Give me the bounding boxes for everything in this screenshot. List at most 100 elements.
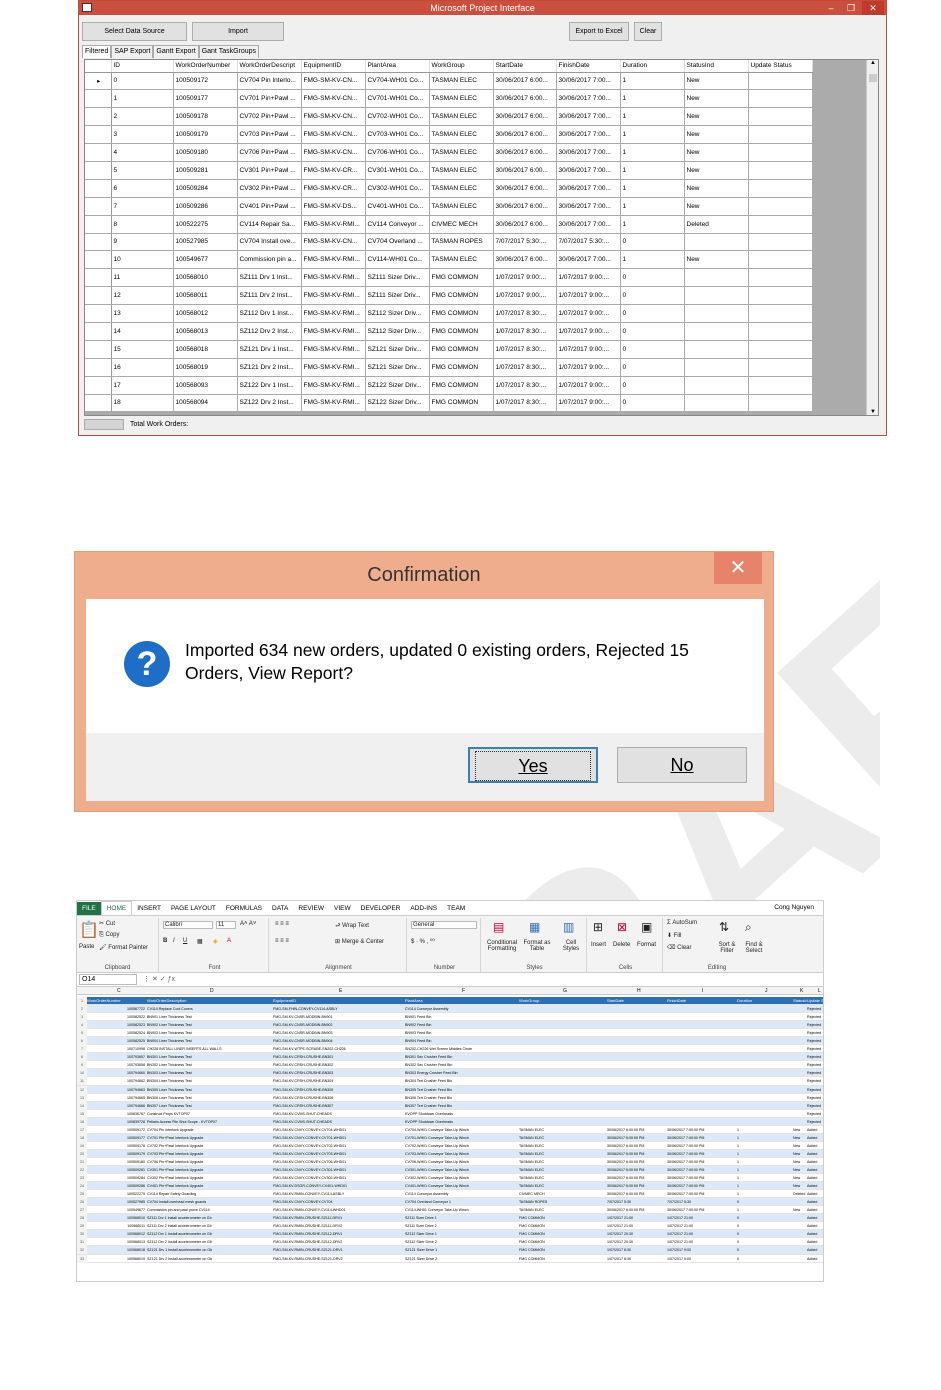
sheet-cell[interactable]: 100793657 [87,1053,147,1061]
sheet-cell[interactable]: TASMAN ELEC [519,1150,607,1158]
sheet-row[interactable]: 8 100793657 BN301 Liner Thickness Test FMG-… [77,1053,823,1062]
row-number[interactable]: 25 [77,1190,87,1199]
column-letter[interactable]: J [765,987,768,995]
grid-column-header[interactable]: EquipmentID [301,60,366,73]
sheet-cell[interactable]: 100549677 [87,1206,147,1214]
grid-cell[interactable]: 30/06/2017 6:00... [493,161,557,180]
font-size-select[interactable]: 11 [216,921,236,929]
grid-row[interactable]: 7 100509286 CV401 Pin+Pawl ... FMG-SM-KV-DS… [85,197,813,216]
grid-cell[interactable]: New [684,89,749,109]
clear-button-excel[interactable]: ⌫ Clear [667,944,692,951]
grid-cell[interactable]: 0 [620,304,685,323]
grid-cell[interactable]: 100522275 [173,215,238,234]
grid-cell[interactable]: 16 [111,358,174,377]
sheet-cell[interactable]: BN307 Liner Thickness Test [147,1102,273,1110]
grid-cell[interactable]: TASMAN ELEC [429,107,494,127]
grid-cell[interactable]: CV702-WH01 Co... [365,107,430,127]
column-letter[interactable]: G [563,987,567,995]
sheet-cell[interactable]: 100794666 [87,1102,147,1110]
row-selector[interactable] [85,107,112,127]
grid-cell[interactable]: 1 [620,72,685,91]
sheet-cell[interactable]: SZ111 Sizer Drive 1 [405,1214,519,1222]
grid-column-header[interactable]: Update Status [748,60,813,73]
row-selector[interactable] [85,250,112,270]
sheet-cell[interactable]: FMG-SM-KV-CNVY-CONVEY-CV706-WHD01 [273,1158,405,1166]
grid-cell[interactable] [684,268,749,288]
sheet-cell[interactable]: 1 [737,1126,793,1134]
grid-row[interactable]: 13 100568012 SZ112 Drv 1 Inst... FMG-SM-KV-… [85,304,813,323]
sheet-cell[interactable]: FMG-SM-KV-CVMS-SHUT-CHEADS [273,1118,405,1126]
sheet-cell[interactable]: FMG-SM-KV-CNVY-CONVEY-CV704-WHD01 [273,1126,405,1134]
grid-cell[interactable]: 100509284 [173,179,238,198]
grid-cell[interactable] [684,322,749,341]
format-button[interactable]: Format [637,942,656,948]
sheet-cell[interactable]: BN904 Feed Bin [405,1037,519,1045]
ribbon-tab[interactable]: DATA [267,902,293,916]
grid-cell[interactable] [748,250,813,270]
sheet-cell[interactable]: CH226 INSTALL LINER INSERTS ALL WALLS [147,1045,273,1053]
grid-cell[interactable]: SZ122 Drv 2 Inst... [237,394,302,413]
grid-cell[interactable]: 1/07/2017 9:00:... [556,376,621,395]
sheet-header-cell[interactable]: EquipmentID [273,997,405,1005]
border-icon[interactable]: ▦ [197,938,203,945]
grid-cell[interactable]: SZ121 Drv 2 Inst... [237,358,302,377]
sheet-cell[interactable]: 100794662 [87,1077,147,1085]
sort-filter-button[interactable]: Sort & Filter [715,942,739,954]
sheet-cell[interactable]: FMG-SM-KV-CNVY-CONVEY-CV702-WHD01 [273,1142,405,1150]
grid-cell[interactable]: New [684,107,749,127]
grid-cell[interactable]: SZ122 Sizer Driv... [365,376,430,395]
sheet-cell[interactable]: TASMAN ELEC [519,1158,607,1166]
row-number[interactable]: 9 [77,1061,87,1070]
sheet-header-cell[interactable]: PlantArea [405,997,519,1005]
sheet-cell[interactable]: Rejected [807,1077,823,1085]
sheet-cell[interactable]: 1 [737,1142,793,1150]
sheet-header-cell[interactable]: Update S [807,997,823,1005]
grid-cell[interactable]: CV701 Pin+Pawl ... [237,89,302,109]
sheet-cell[interactable]: SZ112 Sizer Drive 2 [405,1238,519,1246]
tab-gantt-export[interactable]: Gantt Export [153,45,199,58]
sheet-row[interactable]: 10 100794660 BN303 Liner Thickness Test FMG… [77,1069,823,1078]
grid-column-header[interactable]: Duration [620,60,685,73]
sheet-cell[interactable]: New [793,1134,807,1142]
sheet-cell[interactable]: Added [807,1222,823,1230]
grid-cell[interactable]: 30/06/2017 6:00... [493,107,557,127]
sheet-cell[interactable]: FMG-SM-KV-CRSH-CRUSHE-BN304 [273,1077,405,1085]
font-name-select[interactable]: Calibri [163,921,213,929]
grid-cell[interactable]: 1/07/2017 9:00:... [556,340,621,359]
grid-cell[interactable]: FMG-SM-KV-CN... [301,89,366,109]
close-icon[interactable]: ✕ [862,1,884,15]
sheet-cell[interactable]: FMG COMMON [519,1222,607,1230]
sheet-cell[interactable]: FMG-SM-KV-RMIN-CRUSHE-SZ112-DRV2 [273,1238,405,1246]
sheet-cell[interactable]: 100582524 [87,1029,147,1037]
grid-cell[interactable]: 1 [620,89,685,109]
sheet-cell[interactable]: 100794663 [87,1086,147,1094]
column-letter[interactable]: K [800,987,803,995]
grid-cell[interactable]: 1/07/2017 8:30:... [493,394,557,413]
ribbon-tab[interactable]: FORMULAS [221,902,267,916]
sheet-cell[interactable]: Commission pin and pawl prove CV114 [147,1206,273,1214]
grid-cell[interactable]: CV706-WH01 Co... [365,143,430,162]
grid-cell[interactable] [684,340,749,359]
grid-cell[interactable]: FMG-SM-KV-RMI... [301,322,366,341]
grid-cell[interactable] [684,376,749,395]
sheet-header-cell[interactable]: WorkOrderDescription [147,997,273,1005]
grid-cell[interactable]: CV114 Repair Sa... [237,215,302,234]
sheet-cell[interactable]: CV702-WH01 Conveyor Take-Up Winch [405,1142,519,1150]
sheet-cell[interactable]: SN202-CH226 Wet Screen Middles Chute [405,1045,519,1053]
sheet-cell[interactable]: FMG-SM-KV-CRSH-CRUSHE-BN302 [273,1061,405,1069]
sheet-cell[interactable]: 1 [737,1190,793,1198]
sheet-cell[interactable]: KVOPP Shutdown Overheads [405,1118,519,1126]
sheet-cell[interactable]: CV704 Overland Conveyor 1 [405,1198,519,1206]
sheet-cell[interactable]: Added [807,1134,823,1142]
sheet-cell[interactable]: FMG-SM-FHIN-CONVEY-CV114-ASBLY [273,1005,405,1013]
sheet-cell[interactable]: 1/07/2017 8:30 [607,1255,667,1263]
sheet-cell[interactable]: 100509179 [87,1150,147,1158]
sheet-cell[interactable]: New [793,1182,807,1190]
sheet-cell[interactable]: 1/07/2017 9:00 [667,1255,737,1263]
grid-cell[interactable]: 100509178 [173,107,238,127]
sheet-cell[interactable]: New [793,1166,807,1174]
sheet-row[interactable]: 20 100509179 CV703 Pin+Pawl Interlock Upgr… [77,1149,823,1158]
sheet-cell[interactable]: 30/06/2017 6:00:00 PM [607,1174,667,1182]
grid-cell[interactable]: CV302-WH01 Co... [365,179,430,198]
sheet-cell[interactable]: SZ111 Drv 2 Install accelerometer on Gb [147,1222,273,1230]
